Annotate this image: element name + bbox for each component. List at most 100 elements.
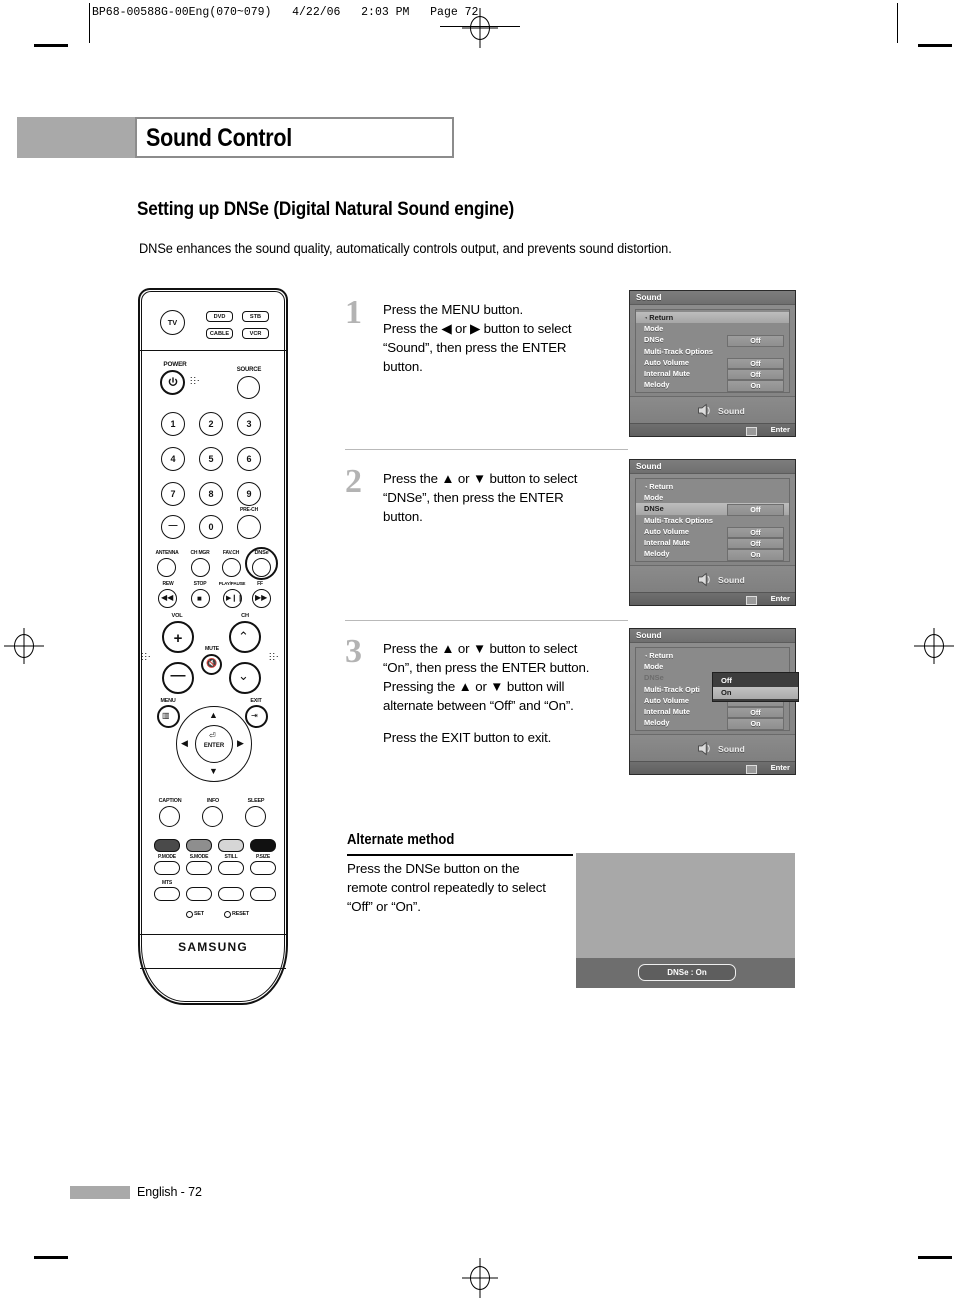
remote-color-button-1[interactable] [154, 839, 180, 852]
osd-3-row-dnse-label: DNSe [644, 673, 664, 683]
remote-source-button[interactable] [237, 376, 260, 399]
osd-3-row-return[interactable]: ◔ Return [636, 650, 789, 661]
remote-blank-button-2[interactable] [218, 887, 244, 901]
remote-mute-label: MUTE [205, 646, 219, 652]
remote-prech-label: PRE-CH [240, 507, 258, 513]
remote-mts-button[interactable] [154, 887, 180, 901]
osd-1-row-melody-value[interactable]: On [727, 380, 784, 392]
remote-cable-label: CABLE [209, 331, 230, 337]
osd-3-row-melody[interactable]: Melody On [636, 717, 789, 730]
remote-vcr-button[interactable]: VCR [242, 328, 269, 339]
osd-3-dropdown-option-on[interactable]: On [713, 687, 798, 699]
section-lead-text: DNSe enhances the sound quality, automat… [139, 241, 672, 256]
remote-pmode-label: P.MODE [158, 854, 176, 860]
remote-set-button[interactable] [186, 911, 193, 918]
menu-icon: ▥ [162, 711, 170, 720]
osd-2-row-mode-label: Mode [644, 493, 664, 503]
stop-icon: ■ [197, 594, 202, 603]
remote-favch-button[interactable] [222, 558, 241, 577]
enter-key-icon [746, 426, 757, 436]
osd-3-row-internalmute[interactable]: Internal Mute Off [636, 706, 789, 719]
step-3-text-b: Press the EXIT button to exit. [383, 729, 552, 745]
osd-2-row-autovolume[interactable]: Auto Volume Off [636, 526, 789, 539]
step-divider-1 [345, 449, 628, 450]
osd-2-row-internalmute[interactable]: Internal Mute Off [636, 537, 789, 550]
osd-1-row-return[interactable]: ◔ Return [636, 312, 789, 324]
remote-smode-button[interactable] [186, 861, 212, 875]
osd-2-row-return[interactable]: ◔ Return [636, 481, 789, 492]
osd-2-row-melody-value[interactable]: On [727, 549, 784, 561]
remote-enter-label: ENTER [203, 743, 225, 749]
remote-key-0-label: 0 [208, 522, 214, 532]
remote-prech-button[interactable] [237, 515, 261, 539]
osd-1-row-multitrack-label: Multi-Track Options [644, 346, 713, 356]
step-3-body: Press the ▲ or ▼ button to select “On”, … [383, 640, 633, 747]
osd-2-row-multitrack-label: Multi-Track Options [644, 515, 713, 525]
remote-dvd-button[interactable]: DVD [206, 311, 233, 322]
remote-dvd-label: DVD [213, 314, 226, 320]
slug-underline [440, 26, 520, 27]
remote-color-button-3[interactable] [218, 839, 244, 852]
remote-psize-button[interactable] [250, 861, 276, 875]
remote-blank-button-3[interactable] [250, 887, 276, 901]
remote-key-4-label: 4 [170, 454, 176, 464]
enter-icon: ⏎ [209, 731, 216, 740]
osd-2-footer: Sound Enter [630, 565, 795, 606]
remote-sleep-button[interactable] [245, 806, 266, 827]
remote-vcr-label: VCR [249, 331, 262, 337]
remote-blank-button-1[interactable] [186, 887, 212, 901]
osd-1-row-internalmute[interactable]: Internal Mute Off [636, 368, 789, 381]
osd-1-row-dnse[interactable]: DNSe Off [636, 334, 789, 347]
osd-2-row-mode[interactable]: Mode [636, 492, 789, 503]
osd-3-row-melody-value[interactable]: On [727, 718, 784, 730]
osd-1-row-mode[interactable]: Mode [636, 323, 789, 334]
remote-psize-label: P.SIZE [256, 854, 270, 860]
remote-dot-decor-left: ∘∘ ∘∘∘ ∘∘ [141, 651, 152, 663]
remote-key-5-label: 5 [208, 454, 214, 464]
osd-3-dropdown-option-off[interactable]: Off [713, 675, 798, 687]
osd-1-row-multitrack[interactable]: Multi-Track Options [636, 346, 789, 357]
nav-down-icon: ▼ [209, 766, 218, 776]
osd-2-row-dnse[interactable]: DNSe Off [636, 503, 789, 516]
crop-mark-tl [34, 44, 68, 47]
remote-exit-label: EXIT [250, 698, 262, 704]
osd-1-row-melody[interactable]: Melody On [636, 379, 789, 392]
remote-info-label: INFO [206, 798, 220, 804]
footer-swatch [70, 1186, 130, 1199]
remote-color-button-4[interactable] [250, 839, 276, 852]
remote-chmgr-button[interactable] [191, 558, 210, 577]
remote-stb-button[interactable]: STB [242, 311, 269, 322]
remote-color-button-2[interactable] [186, 839, 212, 852]
remote-info-button[interactable] [202, 806, 223, 827]
step-2-number: 2 [345, 463, 362, 500]
remote-dnse-button[interactable] [252, 558, 271, 577]
osd-2-row-melody-label: Melody [644, 549, 670, 559]
step-1-body: Press the MENU button. Press the ◀ or ▶ … [383, 301, 633, 377]
remote-reset-button[interactable] [224, 911, 231, 918]
registration-mark-right [914, 628, 954, 664]
nav-left-icon: ◀ [181, 738, 188, 748]
remote-antenna-button[interactable] [157, 558, 176, 577]
osd-2-row-melody[interactable]: Melody On [636, 548, 789, 561]
remote-sleep-label: SLEEP [247, 798, 265, 804]
osd-1-row-autovolume[interactable]: Auto Volume Off [636, 357, 789, 370]
remote-cable-button[interactable]: CABLE [206, 328, 233, 339]
remote-still-button[interactable] [218, 861, 244, 875]
slug-rule-right [897, 3, 898, 43]
osd-3-row-mode[interactable]: Mode [636, 661, 789, 672]
remote-antenna-label: ANTENNA [155, 550, 179, 556]
alternate-method-rule [347, 854, 573, 856]
remote-dot-decor-right: ∘∘ ∘∘∘ ∘∘ [269, 651, 280, 663]
remote-caption-button[interactable] [159, 806, 180, 827]
osd-2-list: ◔ Return Mode DNSe Off Multi-Track Option… [635, 478, 790, 563]
step-3-number: 3 [345, 633, 362, 670]
remote-vol-down-icon: — [170, 667, 186, 684]
remote-pmode-button[interactable] [154, 861, 180, 875]
osd-2-footer-label: Sound [718, 575, 745, 586]
remote-favch-label: FAV.CH [222, 550, 240, 556]
osd-3-enterbar: Enter [630, 761, 795, 775]
crop-mark-bl [34, 1256, 68, 1259]
osd-2-row-multitrack[interactable]: Multi-Track Options [636, 515, 789, 526]
step-1-text: Press the MENU button. Press the ◀ or ▶ … [383, 302, 572, 374]
remote-key-9-label: 9 [246, 489, 252, 499]
